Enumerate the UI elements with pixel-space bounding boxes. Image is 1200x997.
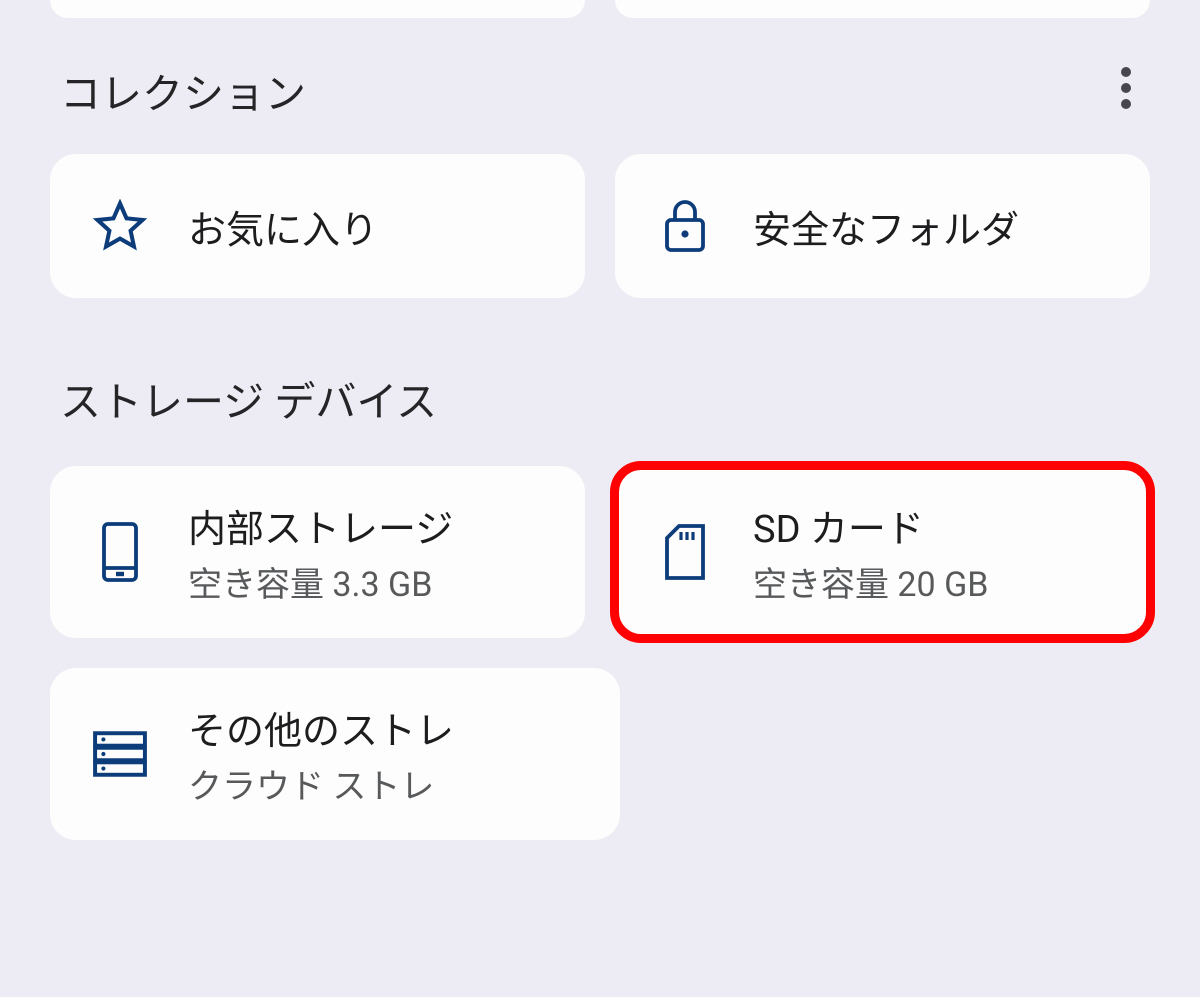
sdcard-icon — [655, 522, 715, 582]
internal-storage-text: 内部ストレージ 空き容量 3.3 GB — [188, 498, 453, 606]
internal-storage-card[interactable]: 内部ストレージ 空き容量 3.3 GB — [50, 466, 585, 638]
sd-card-title: SD カード — [753, 498, 988, 553]
other-storage-text: その他のストレ クラウド ストレ — [188, 700, 454, 808]
storage-row-2: その他のストレ クラウド ストレ — [50, 668, 1150, 840]
favorites-text: お気に入り — [188, 199, 378, 254]
safe-folder-card[interactable]: 安全なフォルダ — [615, 154, 1150, 298]
storage-empty-slot — [650, 668, 1150, 840]
top-card-placeholder-right[interactable] — [615, 0, 1150, 18]
favorites-label: お気に入り — [188, 199, 378, 254]
phone-icon — [90, 522, 150, 582]
top-card-placeholder-left[interactable] — [50, 0, 585, 18]
storage-row-1: 内部ストレージ 空き容量 3.3 GB SD カード 空き容量 20 GB — [50, 466, 1150, 638]
sd-card-subtitle: 空き容量 20 GB — [753, 557, 988, 606]
top-cards-row — [50, 0, 1150, 18]
internal-storage-title: 内部ストレージ — [188, 498, 453, 553]
safe-folder-label: 安全なフォルダ — [753, 199, 1019, 254]
internal-storage-subtitle: 空き容量 3.3 GB — [188, 557, 453, 606]
sd-card-card[interactable]: SD カード 空き容量 20 GB — [615, 466, 1150, 638]
other-storage-subtitle: クラウド ストレ — [188, 759, 454, 808]
collections-header: コレクション — [50, 58, 1150, 122]
collections-title: コレクション — [60, 60, 306, 120]
server-icon — [90, 724, 150, 784]
other-storage-title: その他のストレ — [188, 700, 454, 755]
lock-icon — [655, 196, 715, 256]
safe-folder-text: 安全なフォルダ — [753, 199, 1019, 254]
more-vert-icon[interactable] — [1112, 58, 1140, 122]
favorites-card[interactable]: お気に入り — [50, 154, 585, 298]
other-storage-card[interactable]: その他のストレ クラウド ストレ — [50, 668, 620, 840]
sd-card-text: SD カード 空き容量 20 GB — [753, 498, 988, 606]
collections-row: お気に入り 安全なフォルダ — [50, 154, 1150, 298]
star-icon — [90, 196, 150, 256]
storage-title: ストレージ デバイス — [50, 368, 1150, 428]
